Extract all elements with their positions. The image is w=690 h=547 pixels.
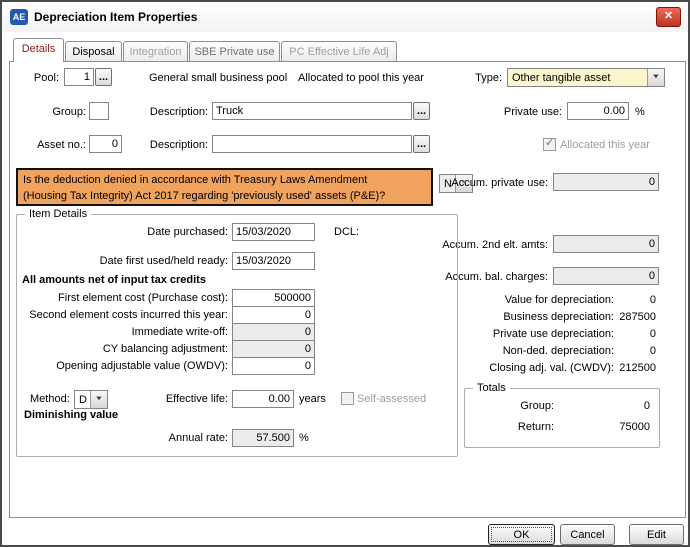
pool-label: Pool: [14,72,59,84]
pool-name-text: General small business pool [149,72,287,84]
close-button[interactable]: ✕ [656,7,681,27]
private-use-input[interactable] [567,102,629,120]
tab-integration: Integration [123,41,188,61]
description2-browse-button[interactable]: ... [413,135,430,153]
pool-browse-button[interactable]: ... [95,68,112,86]
totals-group-label: Group: [472,400,554,412]
description2-input[interactable] [212,135,412,153]
totals-groupbox: Totals [464,388,660,448]
allocated-this-year-label: Allocated this year [560,139,650,151]
accum-private-use-field [553,173,659,191]
first-element-cost-label: First element cost (Purchase cost): [12,292,228,304]
edit-button[interactable]: Edit [629,524,684,545]
net-amounts-note: All amounts net of input tax credits [22,274,206,286]
type-dropdown[interactable]: Other tangible asset ▼ [507,68,665,87]
tab-disposal[interactable]: Disposal [65,41,122,61]
accum-bal-charges-field [553,267,659,285]
non-ded-depreciation-value: 0 [576,345,656,357]
private-use-label: Private use: [482,106,562,118]
opening-adjustable-value-input[interactable] [232,357,315,375]
depreciation-item-properties-dialog: AE Depreciation Item Properties ✕ Detail… [0,0,690,547]
value-for-depreciation-value: 0 [576,294,656,306]
close-icon: ✕ [664,10,673,22]
self-assessed-label: Self-assessed [357,393,426,405]
tab-details[interactable]: Details [13,38,64,62]
group-label: Group: [16,106,86,118]
type-dropdown-button[interactable]: ▼ [647,69,664,86]
dcl-label: DCL: [334,226,359,238]
pool-input[interactable] [64,68,94,86]
date-purchased-label: Date purchased: [12,226,228,238]
app-icon: AE [10,9,28,25]
method-label: Method: [30,393,70,405]
totals-return-value: 75000 [568,421,650,433]
description-label: Description: [142,106,208,118]
immediate-writeoff-field [232,323,315,341]
description2-label: Description: [142,139,208,151]
cancel-button[interactable]: Cancel [560,524,615,545]
accum-private-use-label: Accum. private use: [412,177,548,189]
date-purchased-input[interactable] [232,223,315,241]
private-use-depreciation-value: 0 [576,328,656,340]
allocated-this-year-checkbox: ✓ [543,138,556,151]
totals-group-value: 0 [568,400,650,412]
type-value: Other tangible asset [512,72,646,84]
ok-button[interactable]: OK [488,524,555,545]
self-assessed-checkbox [341,392,354,405]
first-element-cost-input[interactable] [232,289,315,307]
diminishing-value-note: Diminishing value [24,409,118,421]
date-first-used-label: Date first used/held ready: [12,255,228,267]
tab-pc-effective-life-adj: PC Effective Life Adj [281,41,397,61]
business-depreciation-value: 287500 [576,311,656,323]
deduction-denied-question: Is the deduction denied in accordance wi… [16,168,433,206]
annual-rate-label: Annual rate: [12,432,228,444]
item-details-legend: Item Details [25,208,91,220]
second-element-costs-label: Second element costs incurred this year: [12,309,228,321]
annual-rate-unit: % [299,432,309,444]
immediate-writeoff-label: Immediate write-off: [12,326,228,338]
annual-rate-field [232,429,294,447]
method-dropdown-button[interactable]: ▼ [90,391,107,408]
second-element-costs-input[interactable] [232,306,315,324]
allocated-to-pool-text: Allocated to pool this year [298,72,424,84]
description-input[interactable] [212,102,412,120]
chevron-down-icon: ▼ [644,69,668,86]
cy-balancing-adjustment-field [232,340,315,358]
chevron-down-icon: ▼ [87,391,111,408]
effective-life-unit: years [299,393,326,405]
group-input[interactable] [89,102,109,120]
private-use-percent-sign: % [635,106,645,118]
effective-life-input[interactable] [232,390,294,408]
effective-life-label: Effective life: [122,393,228,405]
opening-adjustable-value-label: Opening adjustable value (OWDV): [12,360,228,372]
asset-no-label: Asset no.: [16,139,86,151]
totals-return-label: Return: [472,421,554,433]
totals-legend: Totals [473,382,510,394]
closing-adj-val-value: 212500 [576,362,656,374]
description-browse-button[interactable]: ... [413,102,430,120]
titlebar: AE Depreciation Item Properties ✕ [2,2,688,32]
asset-no-input[interactable] [89,135,122,153]
check-icon: ✓ [545,136,554,149]
tab-sbe-private-use[interactable]: SBE Private use [189,41,280,61]
date-first-used-input[interactable] [232,252,315,270]
window-title: Depreciation Item Properties [34,10,197,24]
cy-balancing-adjustment-label: CY balancing adjustment: [12,343,228,355]
accum-2nd-elt-field [553,235,659,253]
method-dropdown[interactable]: D ▼ [74,390,108,409]
type-label: Type: [454,72,502,84]
